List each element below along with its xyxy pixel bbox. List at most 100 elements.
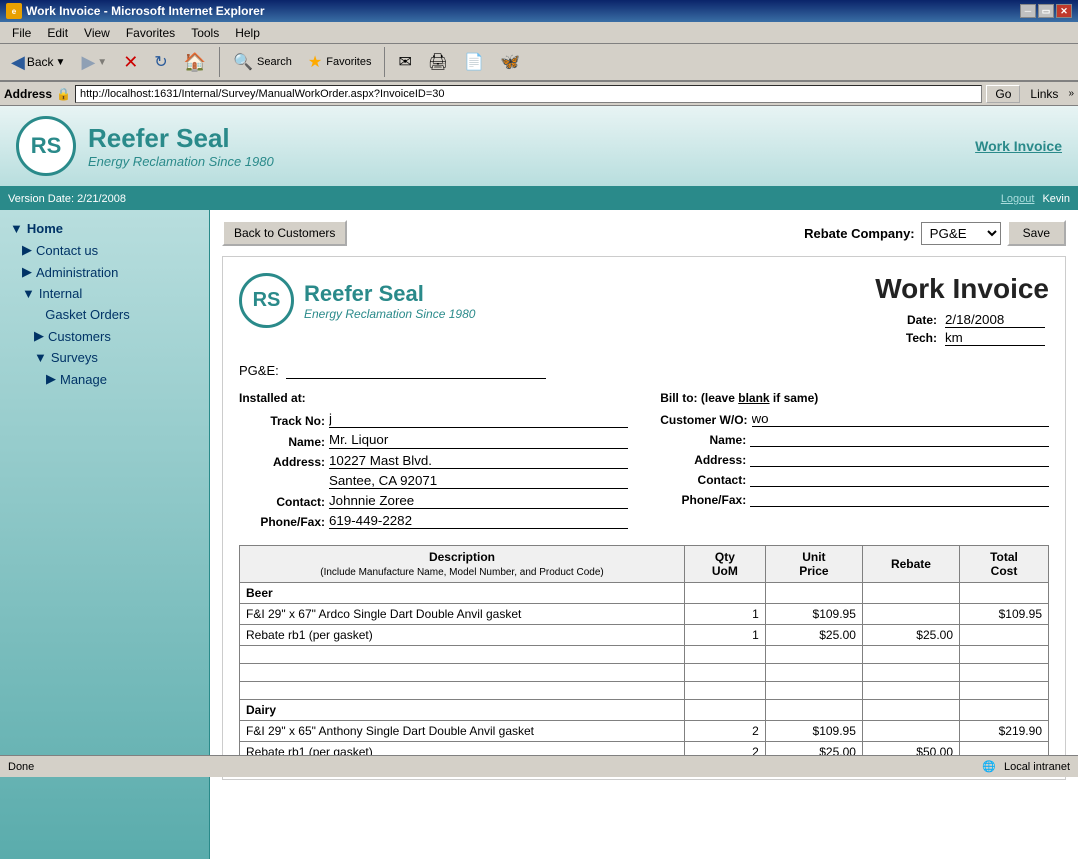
save-button[interactable]: Save bbox=[1007, 220, 1066, 246]
invoice-content: RS Reefer Seal Energy Reclamation Since … bbox=[222, 256, 1066, 780]
sidebar-item-contact[interactable]: ▶ Contact us bbox=[0, 239, 209, 261]
bill-to-suffix: if same) bbox=[773, 391, 818, 405]
separator1 bbox=[219, 47, 220, 77]
print-button[interactable]: 🖨 bbox=[421, 49, 455, 75]
page-header: RS Reefer Seal Energy Reclamation Since … bbox=[0, 106, 1078, 188]
tech-field[interactable] bbox=[945, 330, 1045, 346]
installed-at-col: Installed at: Track No: Name: Address: bbox=[239, 391, 628, 533]
menu-view[interactable]: View bbox=[76, 24, 118, 42]
contact-field[interactable] bbox=[329, 493, 628, 509]
title-bar: e Work Invoice - Microsoft Internet Expl… bbox=[0, 0, 1078, 22]
col-qty: QtyUoM bbox=[684, 546, 765, 583]
menu-help[interactable]: Help bbox=[227, 24, 268, 42]
row1-rebate bbox=[862, 604, 959, 625]
tech-label: Tech: bbox=[902, 329, 941, 347]
rebate-company-area: Rebate Company: PG&E SCE SDG&E Save bbox=[804, 220, 1066, 246]
invoice-company-name: Reefer Seal Energy Reclamation Since 198… bbox=[304, 281, 475, 321]
favorites-button[interactable]: ★ Favorites bbox=[301, 49, 379, 75]
menu-favorites[interactable]: Favorites bbox=[118, 24, 183, 42]
bill-contact-label: Contact: bbox=[660, 473, 750, 487]
forward-button[interactable]: ▶ ▼ bbox=[74, 49, 114, 76]
mail-button[interactable]: ✉ bbox=[391, 49, 418, 75]
stop-button[interactable]: ✕ bbox=[116, 49, 145, 76]
restore-button[interactable]: ▭ bbox=[1038, 4, 1054, 18]
status-right: 🌐 Local intranet bbox=[982, 760, 1070, 773]
sidebar-item-home[interactable]: ▼ Home bbox=[0, 218, 209, 239]
table-row: Dairy bbox=[240, 700, 1049, 721]
refresh-button[interactable]: ↻ bbox=[147, 49, 174, 75]
pge-field[interactable] bbox=[286, 363, 546, 379]
close-button[interactable]: ✕ bbox=[1056, 4, 1072, 18]
contact-row: Contact: bbox=[239, 493, 628, 509]
bill-name-label: Name: bbox=[660, 433, 750, 447]
bill-to-blank: blank bbox=[738, 391, 769, 405]
back-to-customers-button[interactable]: Back to Customers bbox=[222, 220, 347, 246]
invoice-title: Work Invoice bbox=[875, 273, 1049, 305]
company-name: Reefer Seal bbox=[88, 123, 274, 154]
logout-link[interactable]: Logout bbox=[1001, 193, 1035, 205]
search-button[interactable]: 🔍 Search bbox=[226, 49, 299, 75]
contact-label-left: Contact: bbox=[239, 495, 329, 509]
edit-button[interactable]: 📄 bbox=[457, 49, 491, 75]
sidebar-item-gasket-orders[interactable]: Gasket Orders bbox=[0, 304, 209, 325]
row2-desc: Rebate rb1 (per gasket) bbox=[240, 625, 685, 646]
sidebar-gasket-label: Gasket Orders bbox=[45, 307, 130, 322]
sidebar-item-administration[interactable]: ▶ Administration bbox=[0, 261, 209, 283]
sidebar-item-surveys[interactable]: ▼ Surveys bbox=[0, 347, 209, 368]
go-button[interactable]: Go bbox=[986, 85, 1020, 103]
logo-area: RS Reefer Seal Energy Reclamation Since … bbox=[16, 116, 274, 176]
rebate-company-select[interactable]: PG&E SCE SDG&E bbox=[921, 222, 1001, 245]
address-field2[interactable] bbox=[329, 473, 628, 489]
sidebar-contact-label: Contact us bbox=[36, 243, 98, 258]
minimize-button[interactable]: ─ bbox=[1020, 4, 1036, 18]
bill-address-field[interactable] bbox=[750, 451, 1049, 467]
date-field[interactable] bbox=[945, 312, 1045, 328]
address-label: Address bbox=[4, 87, 52, 101]
category-beer: Beer bbox=[240, 583, 685, 604]
home-button[interactable]: 🏠 bbox=[177, 49, 213, 76]
track-no-field[interactable] bbox=[329, 411, 628, 428]
sidebar-item-manage[interactable]: ▶ Manage bbox=[0, 368, 209, 390]
sidebar-item-internal[interactable]: ▼ Internal bbox=[0, 283, 209, 304]
header-right: Work Invoice bbox=[975, 138, 1062, 154]
track-no-row: Track No: bbox=[239, 411, 628, 428]
table-row: F&I 29" x 65" Anthony Single Dart Double… bbox=[240, 721, 1049, 742]
customer-wo-field[interactable] bbox=[752, 411, 1049, 427]
address-input[interactable] bbox=[75, 85, 982, 103]
address-row2 bbox=[239, 473, 628, 489]
empty1-qty bbox=[684, 646, 765, 664]
date-label: Date: bbox=[902, 311, 941, 329]
sidebar-internal-label: Internal bbox=[39, 286, 82, 301]
expand-icon[interactable]: » bbox=[1068, 88, 1074, 99]
menu-edit[interactable]: Edit bbox=[39, 24, 76, 42]
sidebar-item-customers[interactable]: ▶ Customers bbox=[0, 325, 209, 347]
links-label[interactable]: Links bbox=[1024, 86, 1064, 102]
zone-icon: 🌐 bbox=[982, 760, 996, 773]
refresh-icon: ↻ bbox=[154, 52, 167, 72]
logout-area: Logout Kevin bbox=[1001, 193, 1070, 205]
msn-button[interactable]: 🦋 bbox=[493, 49, 527, 75]
back-button[interactable]: ◀ Back ▼ bbox=[4, 49, 72, 76]
empty1-price bbox=[765, 646, 862, 664]
dairy-rebate bbox=[862, 700, 959, 721]
address-field1[interactable] bbox=[329, 453, 628, 469]
bill-phone-field[interactable] bbox=[750, 491, 1049, 507]
phone-field[interactable] bbox=[329, 513, 628, 529]
col-rebate: Rebate bbox=[862, 546, 959, 583]
menu-file[interactable]: File bbox=[4, 24, 39, 42]
window-title: Work Invoice - Microsoft Internet Explor… bbox=[26, 4, 265, 18]
work-invoice-link[interactable]: Work Invoice bbox=[975, 138, 1062, 154]
menu-tools[interactable]: Tools bbox=[183, 24, 227, 42]
forward-icon: ▶ bbox=[81, 52, 95, 73]
bill-phone-row: Phone/Fax: bbox=[660, 491, 1049, 507]
table-row: Rebate rb1 (per gasket) 1 $25.00 $25.00 bbox=[240, 625, 1049, 646]
empty2-qty bbox=[684, 664, 765, 682]
name-field[interactable] bbox=[329, 432, 628, 449]
bill-phone-label: Phone/Fax: bbox=[660, 493, 750, 507]
empty2-total bbox=[960, 664, 1049, 682]
dairy-total bbox=[960, 700, 1049, 721]
bill-name-field[interactable] bbox=[750, 431, 1049, 447]
empty1-desc bbox=[240, 646, 685, 664]
bill-contact-field[interactable] bbox=[750, 471, 1049, 487]
back-dropdown-icon[interactable]: ▼ bbox=[56, 57, 66, 68]
